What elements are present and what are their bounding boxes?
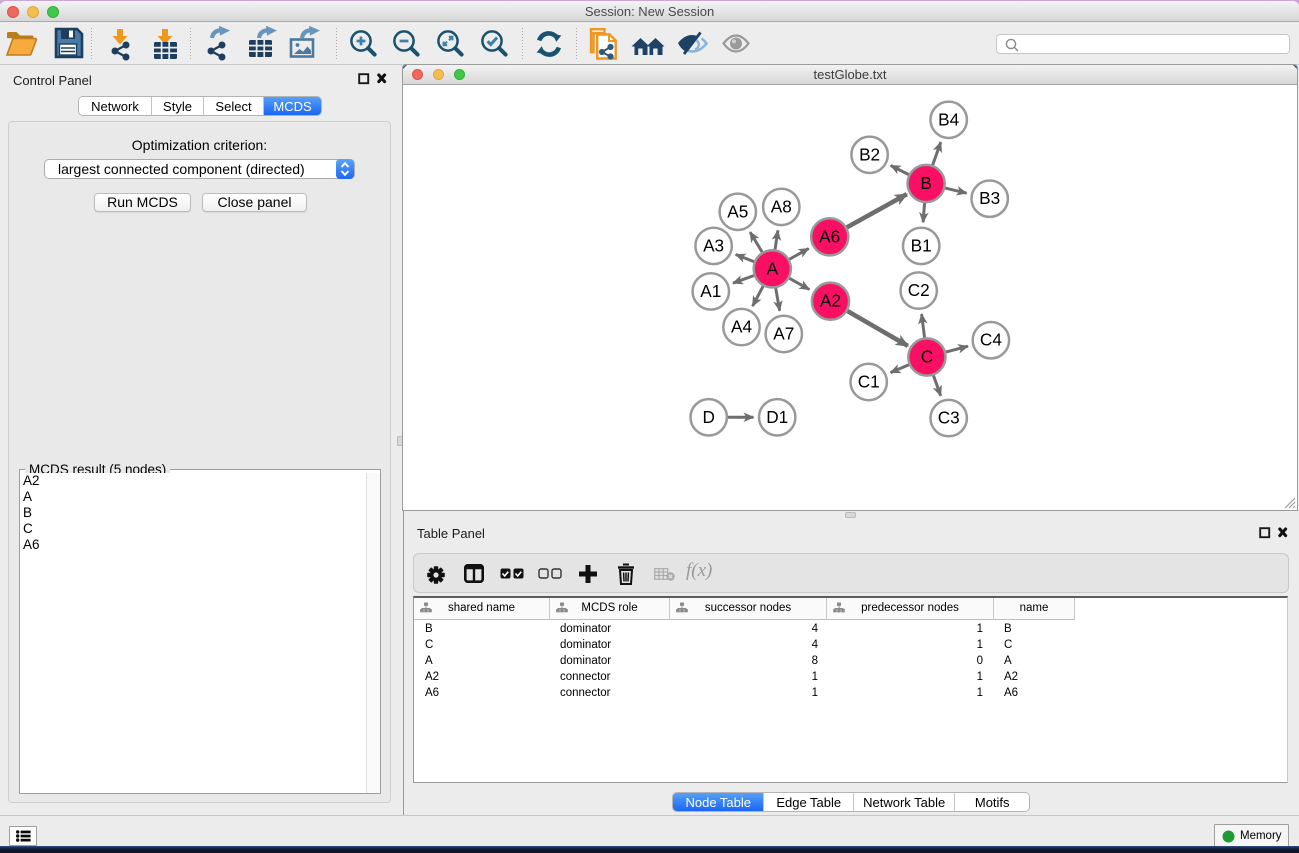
svg-text:B: B [920, 173, 931, 193]
svg-text:A6: A6 [819, 226, 840, 246]
svg-text:A1: A1 [700, 281, 721, 301]
svg-text:A4: A4 [731, 317, 752, 337]
svg-text:B1: B1 [911, 235, 932, 255]
svg-text:A2: A2 [820, 291, 841, 311]
svg-text:C4: C4 [980, 330, 1002, 350]
svg-text:C1: C1 [858, 372, 880, 392]
svg-text:B4: B4 [938, 109, 959, 129]
svg-text:A: A [767, 258, 779, 278]
svg-text:C2: C2 [908, 280, 930, 300]
svg-text:C: C [921, 347, 933, 367]
svg-text:B2: B2 [859, 144, 880, 164]
svg-text:B3: B3 [979, 188, 1000, 208]
svg-text:D1: D1 [766, 407, 788, 427]
svg-text:C3: C3 [938, 408, 960, 428]
svg-text:D: D [702, 407, 714, 427]
svg-text:A5: A5 [727, 201, 748, 221]
svg-text:A3: A3 [703, 235, 724, 255]
svg-text:A7: A7 [773, 324, 794, 344]
svg-text:A8: A8 [771, 196, 792, 216]
